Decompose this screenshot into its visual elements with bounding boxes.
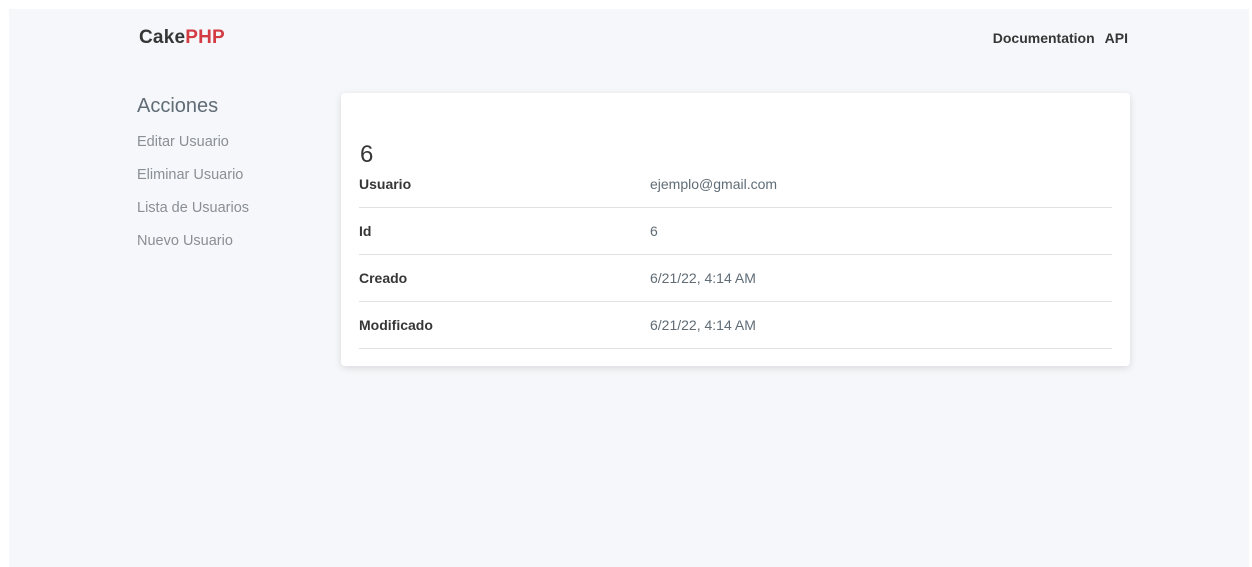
row-label: Creado	[359, 270, 408, 286]
row-value: 6/21/22, 4:14 AM	[650, 270, 756, 286]
sidebar-heading: Acciones	[137, 95, 219, 117]
documentation-link[interactable]: Documentation	[993, 30, 1095, 46]
new-user-link[interactable]: Nuevo Usuario	[137, 231, 307, 264]
table-row: Modificado 6/21/22, 4:14 AM	[359, 302, 1112, 349]
brand-name-php: PHP	[185, 27, 225, 48]
table-row: Id 6	[359, 208, 1112, 255]
brand-logo[interactable]: CakePHP	[139, 27, 225, 49]
list-users-link[interactable]: Lista de Usuarios	[137, 198, 307, 231]
row-value: 6/21/22, 4:14 AM	[650, 317, 756, 333]
page-background: CakePHP Documentation API Acciones Editar…	[9, 9, 1249, 567]
brand-name-cake: Cake	[139, 27, 186, 48]
edit-user-link[interactable]: Editar Usuario	[137, 132, 307, 165]
row-label: Usuario	[359, 176, 412, 192]
top-navigation: CakePHP Documentation API	[9, 9, 1249, 69]
row-value: 6	[650, 223, 658, 239]
table-row: Usuario ejemplo@gmail.com	[359, 161, 1112, 208]
delete-user-link[interactable]: Eliminar Usuario	[137, 165, 307, 198]
actions-sidebar: Acciones Editar Usuario Eliminar Usuario…	[137, 95, 307, 264]
row-value: ejemplo@gmail.com	[650, 176, 778, 192]
table-row: Creado 6/21/22, 4:14 AM	[359, 255, 1112, 302]
user-detail-card: 6 Usuario ejemplo@gmail.com Id 6 Creado …	[341, 93, 1130, 366]
detail-table: Usuario ejemplo@gmail.com Id 6 Creado 6/…	[359, 161, 1112, 349]
api-link[interactable]: API	[1105, 30, 1128, 46]
row-label: Modificado	[359, 317, 433, 333]
top-nav-links: Documentation API	[983, 30, 1128, 46]
row-label: Id	[359, 223, 372, 239]
